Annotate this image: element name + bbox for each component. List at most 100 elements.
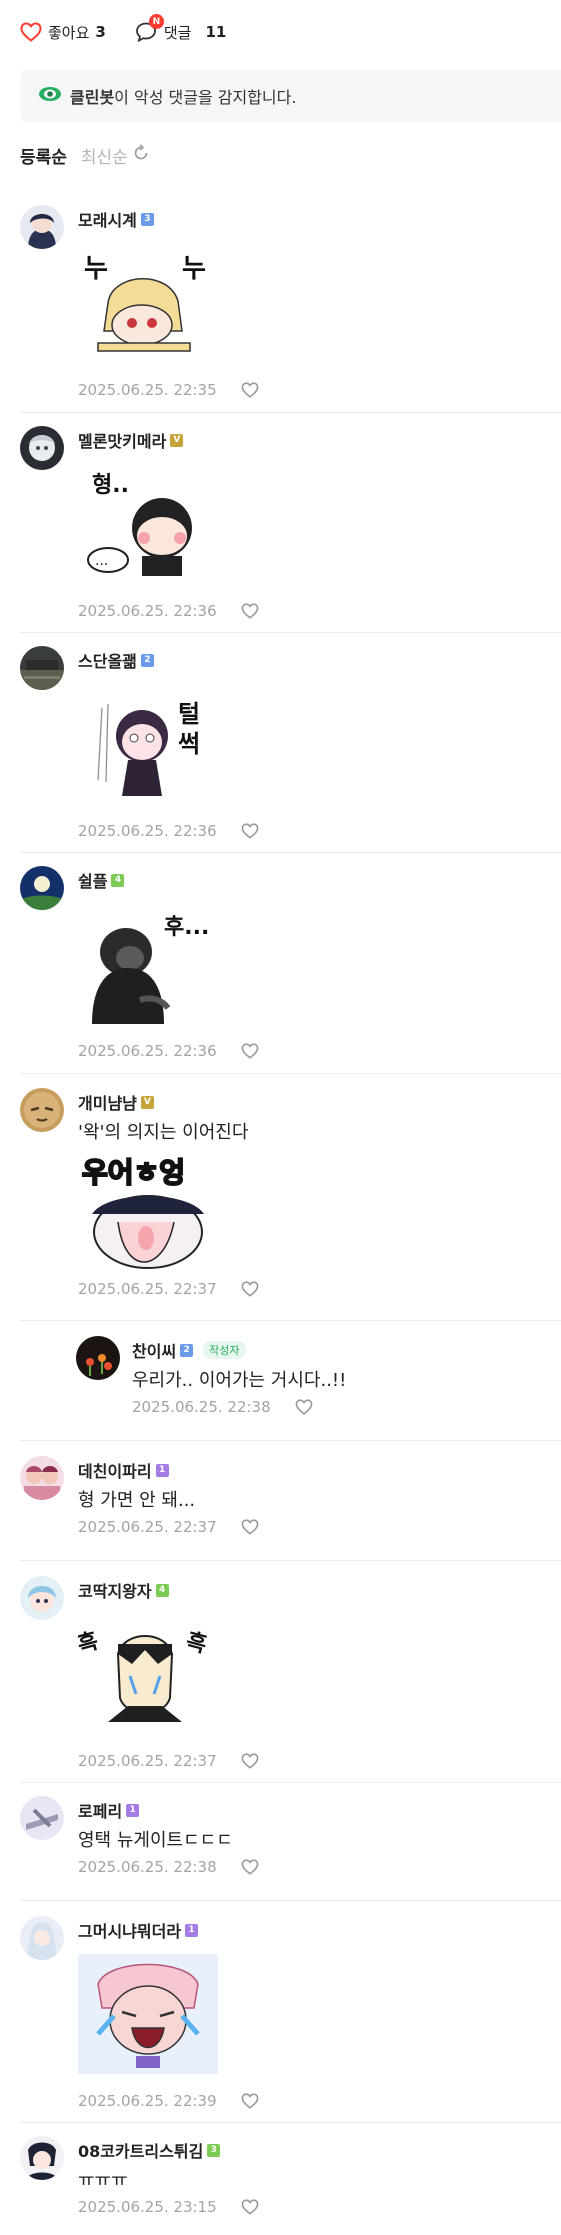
refresh-icon[interactable] xyxy=(132,144,150,167)
svg-text:누: 누 xyxy=(84,254,108,284)
comment-text: 형 가면 안 돼... xyxy=(78,1490,196,1511)
comment-author[interactable]: 쉴플 4 xyxy=(78,868,125,892)
comment-author[interactable]: 멜론맛키메라 V xyxy=(78,428,184,452)
comment-date: 2025.06.25. 22:35 xyxy=(78,381,217,399)
svg-text:털: 털 xyxy=(178,700,200,728)
level-badge: 2 xyxy=(180,1343,194,1357)
nickname: 쉴플 xyxy=(78,872,108,891)
comment-date: 2025.06.25. 22:39 xyxy=(78,2092,217,2110)
like-button[interactable]: 좋아요 3 xyxy=(20,22,106,43)
comment-date: 2025.06.25. 22:37 xyxy=(78,1280,217,1298)
nickname: 스단올괢 xyxy=(78,652,137,671)
comment-like-heart-icon[interactable] xyxy=(241,823,259,839)
comment-meta: 2025.06.25. 22:37 xyxy=(78,1518,259,1536)
avatar[interactable] xyxy=(20,426,64,470)
comment-like-heart-icon[interactable] xyxy=(241,382,259,398)
nickname: 모래시계 xyxy=(78,211,137,230)
comment-date: 2025.06.25. 22:37 xyxy=(78,1518,217,1536)
avatar[interactable] xyxy=(20,1576,64,1620)
comment-like-heart-icon[interactable] xyxy=(241,1519,259,1535)
comment-like-heart-icon[interactable] xyxy=(241,1859,259,1875)
comment-author[interactable]: 08코카트리스튀김 3 xyxy=(78,2138,221,2162)
comment-button[interactable]: N 댓글 11 xyxy=(134,14,227,44)
level-badge: V xyxy=(140,1095,154,1109)
sticker-image: 우어ㅎ엉 xyxy=(78,1152,212,1272)
comment-author[interactable]: 로페리 1 xyxy=(78,1798,140,1822)
comment-divider xyxy=(20,1440,561,1441)
nickname: 로페리 xyxy=(78,1802,123,1821)
comment-divider xyxy=(20,1560,561,1561)
avatar[interactable] xyxy=(76,1336,120,1380)
cleanbot-notice[interactable]: 클린봇이 악성 댓글을 감지합니다. xyxy=(20,70,561,122)
nickname: 그머시냐뭐더라 xyxy=(78,1922,182,1941)
comment-author[interactable]: 찬이씨 2 작성자 xyxy=(132,1338,246,1362)
comment-bubble-icon: N xyxy=(134,14,164,44)
comment-author[interactable]: 개미냠냠 V xyxy=(78,1090,154,1114)
level-badge: 4 xyxy=(155,1583,169,1597)
comment-like-heart-icon[interactable] xyxy=(295,1399,313,1415)
comment-divider xyxy=(20,2122,561,2123)
avatar[interactable] xyxy=(20,646,64,690)
comment-meta: 2025.06.25. 22:36 xyxy=(78,1042,259,1060)
comment-divider xyxy=(20,1782,561,1783)
level-badge: 1 xyxy=(185,1923,199,1937)
cleanbot-text: 클린봇이 악성 댓글을 감지합니다. xyxy=(70,84,296,108)
nickname: 데친이파리 xyxy=(78,1462,152,1481)
comment-label: 댓글 xyxy=(163,23,192,42)
avatar[interactable] xyxy=(20,1796,64,1840)
svg-text:누: 누 xyxy=(182,254,206,284)
heart-icon xyxy=(20,22,42,42)
comment-date: 2025.06.25. 22:38 xyxy=(78,1858,217,1876)
comment-date: 2025.06.25. 22:36 xyxy=(78,1042,217,1060)
new-badge: N xyxy=(148,14,164,29)
comment-author[interactable]: 스단올괢 2 xyxy=(78,648,154,672)
comment-divider xyxy=(20,1073,561,1074)
comment-text: 영택 뉴게이트ㄷㄷㄷ xyxy=(78,1830,233,1851)
level-badge: 3 xyxy=(140,212,154,226)
svg-text:형..: 형.. xyxy=(92,473,129,498)
avatar[interactable] xyxy=(20,205,64,249)
sort-latest-label: 최신순 xyxy=(80,148,128,168)
comment-author[interactable]: 그머시냐뭐더라 1 xyxy=(78,1918,199,1942)
comment-meta: 2025.06.25. 22:36 xyxy=(78,602,259,620)
sticker-image: 털 썩 xyxy=(78,684,212,804)
comment-divider xyxy=(20,852,561,853)
nickname: 찬이씨 xyxy=(132,1342,177,1361)
comment-like-heart-icon[interactable] xyxy=(241,2199,259,2215)
comment-divider xyxy=(20,1320,561,1321)
avatar[interactable] xyxy=(20,1456,64,1500)
sort-by-latest-tab[interactable]: 최신순 xyxy=(81,143,150,168)
comment-meta: 2025.06.25. 22:38 xyxy=(132,1398,313,1416)
avatar[interactable] xyxy=(20,866,64,910)
comment-like-heart-icon[interactable] xyxy=(241,2093,259,2109)
comment-author[interactable]: 코딱지왕자 4 xyxy=(78,1578,169,1602)
comment-author[interactable]: 데친이파리 1 xyxy=(78,1458,169,1482)
level-badge: V xyxy=(170,433,184,447)
like-count: 3 xyxy=(95,23,106,41)
comment-text: 우리가.. 이어가는 거시다..!! xyxy=(132,1370,347,1391)
comment-like-heart-icon[interactable] xyxy=(241,1281,259,1297)
comment-count: 11 xyxy=(205,23,227,41)
comment-text: ㅠㅠㅠ xyxy=(78,2170,128,2191)
avatar[interactable] xyxy=(20,2136,64,2180)
comment-meta: 2025.06.25. 22:35 xyxy=(78,381,259,399)
level-badge: 2 xyxy=(140,653,154,667)
comment-author[interactable]: 모래시계 3 xyxy=(78,207,154,231)
comment-like-heart-icon[interactable] xyxy=(241,603,259,619)
comment-like-heart-icon[interactable] xyxy=(241,1753,259,1769)
sort-by-registration-tab[interactable]: 등록순 xyxy=(20,143,67,168)
avatar[interactable] xyxy=(20,1088,64,1132)
comment-like-heart-icon[interactable] xyxy=(241,1043,259,1059)
comment-date: 2025.06.25. 22:36 xyxy=(78,602,217,620)
sticker-image: 형.. ... xyxy=(78,464,212,584)
comment-date: 2025.06.25. 22:37 xyxy=(78,1752,217,1770)
svg-text:흑: 흑 xyxy=(183,1629,209,1658)
level-badge: 1 xyxy=(126,1803,140,1817)
comment-meta: 2025.06.25. 22:37 xyxy=(78,1752,259,1770)
comment-divider xyxy=(20,412,561,413)
like-label: 좋아요 xyxy=(48,23,90,42)
avatar[interactable] xyxy=(20,1916,64,1960)
nickname: 코딱지왕자 xyxy=(78,1582,152,1601)
svg-text:...: ... xyxy=(95,553,108,569)
svg-text:후...: 후... xyxy=(164,915,209,940)
